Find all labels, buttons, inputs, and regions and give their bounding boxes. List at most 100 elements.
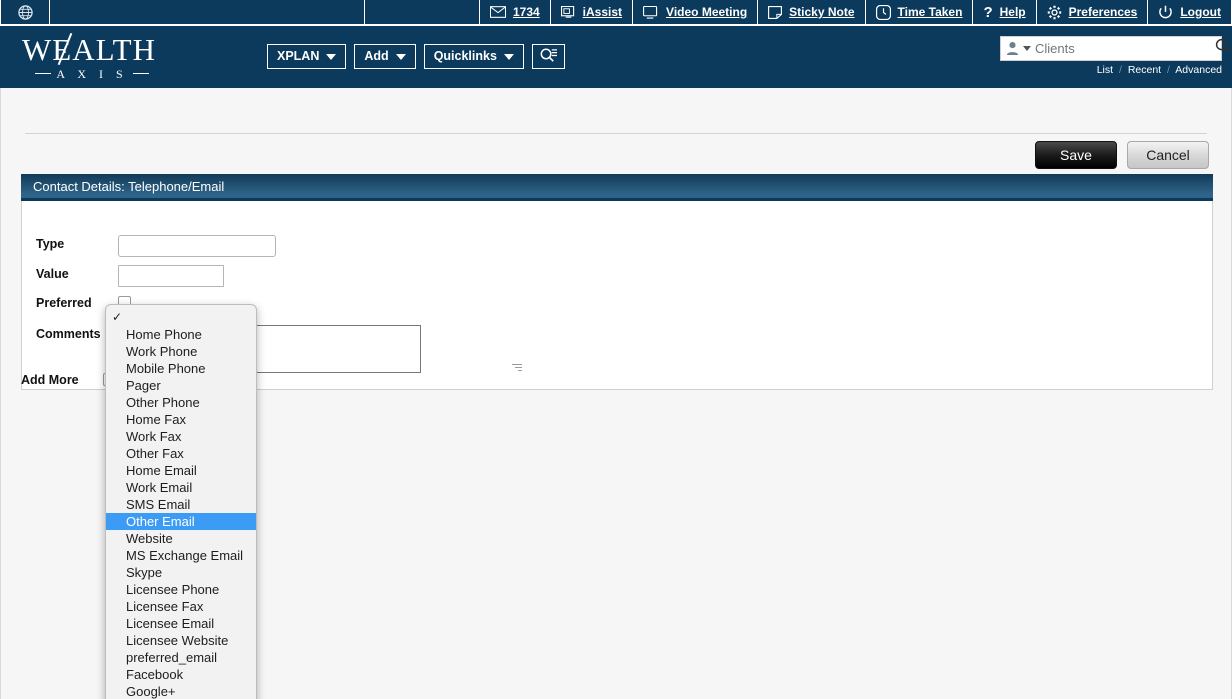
dropdown-option-label: Home Phone xyxy=(126,327,202,342)
dropdown-option-label: Mobile Phone xyxy=(126,361,206,376)
nav-button-add[interactable]: Add xyxy=(354,44,416,69)
dropdown-option[interactable]: Home Email xyxy=(106,462,256,479)
dropdown-option[interactable]: Work Email xyxy=(106,479,256,496)
dropdown-option-label: Home Fax xyxy=(126,412,186,427)
dropdown-option[interactable]: Google+ xyxy=(106,683,256,699)
search-link-list[interactable]: List xyxy=(1097,64,1113,76)
dropdown-option[interactable]: Website xyxy=(106,530,256,547)
video-meeting-link[interactable]: Video Meeting xyxy=(666,5,747,19)
topbar-gap-mid xyxy=(365,0,480,24)
brand-name: WEALTH xyxy=(22,31,156,67)
nav-button-xplan[interactable]: XPLAN xyxy=(267,44,347,69)
globe-button[interactable] xyxy=(0,0,50,24)
dropdown-option[interactable]: MS Exchange Email xyxy=(106,547,256,564)
dropdown-option[interactable]: Work Phone xyxy=(106,343,256,360)
dropdown-option-label: Licensee Email xyxy=(126,616,215,631)
search-link-advanced[interactable]: Advanced xyxy=(1175,64,1222,76)
cancel-button[interactable]: Cancel xyxy=(1127,141,1209,169)
nav-button-add-label: Add xyxy=(364,49,389,64)
sticky-note-link[interactable]: Sticky Note xyxy=(789,5,854,19)
dropdown-option[interactable]: Mobile Phone xyxy=(106,360,256,377)
dropdown-option[interactable]: Facebook xyxy=(106,666,256,683)
brand-subname: A X I S xyxy=(56,66,128,81)
add-more-label: Add More xyxy=(21,373,79,387)
time-taken-link[interactable]: Time Taken xyxy=(898,5,963,19)
search-input[interactable] xyxy=(1035,41,1211,56)
dropdown-option[interactable]: Other Email xyxy=(106,513,256,530)
preferences-button[interactable]: Preferences xyxy=(1037,0,1149,24)
topbar-gap-left xyxy=(50,0,365,24)
form-action-bar: Save Cancel xyxy=(1035,141,1209,169)
brand-subname-wrap: A X I S xyxy=(22,68,162,80)
type-dropdown-menu[interactable]: ✓ Home Phone Work Phone Mobile Phone Pager Ot… xyxy=(105,304,257,699)
value-input[interactable] xyxy=(118,265,224,287)
envelope-icon xyxy=(489,6,506,18)
question-mark-icon: ? xyxy=(983,3,993,21)
chevron-down-icon xyxy=(395,53,406,60)
logout-link[interactable]: Logout xyxy=(1180,5,1221,19)
iassist-link[interactable]: iAssist xyxy=(583,5,622,19)
dropdown-option[interactable]: Other Fax xyxy=(106,445,256,462)
clock-icon xyxy=(875,4,891,20)
power-icon xyxy=(1158,5,1173,20)
dropdown-option[interactable]: Licensee Fax xyxy=(106,598,256,615)
monitor-icon xyxy=(643,5,659,19)
nav-button-quicklinks[interactable]: Quicklinks xyxy=(423,44,524,69)
dropdown-option-label: Licensee Fax xyxy=(126,599,204,614)
add-more-row: Add More xyxy=(21,371,116,387)
dropdown-option[interactable]: ✓ xyxy=(106,309,256,326)
dropdown-option[interactable]: Licensee Phone xyxy=(106,581,256,598)
dropdown-option-label: Website xyxy=(126,531,173,546)
field-row-value: Value xyxy=(36,265,224,287)
logout-button[interactable]: Logout xyxy=(1148,0,1232,24)
dropdown-option[interactable]: Home Phone xyxy=(106,326,256,343)
dropdown-option[interactable]: Pager xyxy=(106,377,256,394)
dropdown-option-label: Home Email xyxy=(126,463,197,478)
search-box[interactable] xyxy=(1000,36,1231,61)
save-button[interactable]: Save xyxy=(1035,141,1117,169)
page-content: Save Cancel Contact Details: Telephone/E… xyxy=(0,88,1232,699)
dropdown-option-label: SMS Email xyxy=(126,497,191,512)
mail-count-button[interactable]: 1734 xyxy=(480,0,551,24)
dropdown-option-label: Skype xyxy=(126,565,163,580)
iassist-button[interactable]: iAssist xyxy=(551,0,634,24)
magnifier-icon[interactable] xyxy=(1215,38,1231,59)
panel-title: Contact Details: Telephone/Email xyxy=(21,174,1213,201)
dropdown-option-label: preferred_email xyxy=(126,650,218,665)
main-navigation-bar: WEALTH A X I S XPLAN Add Quicklinks Clie… xyxy=(0,26,1232,88)
help-link[interactable]: Help xyxy=(1000,5,1026,19)
search-link-recent[interactable]: Recent xyxy=(1128,64,1161,76)
brand-logo[interactable]: WEALTH A X I S xyxy=(22,31,162,80)
sticky-note-icon xyxy=(768,5,783,19)
top-utility-bar: 1734 iAssist Video Meeting Sticky Note T… xyxy=(0,0,1232,26)
dropdown-option-label: Work Email xyxy=(126,480,193,495)
dropdown-option[interactable]: Licensee Email xyxy=(106,615,256,632)
dropdown-option[interactable]: preferred_email xyxy=(106,649,256,666)
time-taken-button[interactable]: Time Taken xyxy=(866,0,974,24)
type-select[interactable] xyxy=(118,235,276,257)
chevron-down-icon[interactable] xyxy=(1023,46,1031,51)
mail-count-link[interactable]: 1734 xyxy=(513,5,540,19)
nav-button-quicklinks-label: Quicklinks xyxy=(433,49,497,64)
textarea-resize-grip[interactable] xyxy=(511,361,523,373)
dropdown-option-label: Other Fax xyxy=(126,446,184,461)
dropdown-option[interactable]: SMS Email xyxy=(106,496,256,513)
content-divider xyxy=(25,133,1207,134)
dropdown-option[interactable]: Licensee Website xyxy=(106,632,256,649)
help-button[interactable]: ? Help xyxy=(973,0,1037,24)
global-search: List / Recent / Advanced xyxy=(1000,36,1231,76)
video-meeting-button[interactable]: Video Meeting xyxy=(633,0,759,24)
dropdown-option-label: Google+ xyxy=(126,684,176,699)
dropdown-option[interactable]: Other Phone xyxy=(106,394,256,411)
sticky-note-button[interactable]: Sticky Note xyxy=(758,0,866,24)
dropdown-option[interactable]: Skype xyxy=(106,564,256,581)
dropdown-option[interactable]: Work Fax xyxy=(106,428,256,445)
dropdown-option[interactable]: Home Fax xyxy=(106,411,256,428)
preferences-link[interactable]: Preferences xyxy=(1069,5,1138,19)
person-icon xyxy=(1006,41,1019,56)
value-label: Value xyxy=(36,267,69,281)
check-icon: ✓ xyxy=(112,310,123,324)
gear-icon xyxy=(1047,5,1062,20)
nav-button-group: XPLAN Add Quicklinks xyxy=(267,44,565,69)
nav-button-search-list[interactable] xyxy=(531,44,565,69)
